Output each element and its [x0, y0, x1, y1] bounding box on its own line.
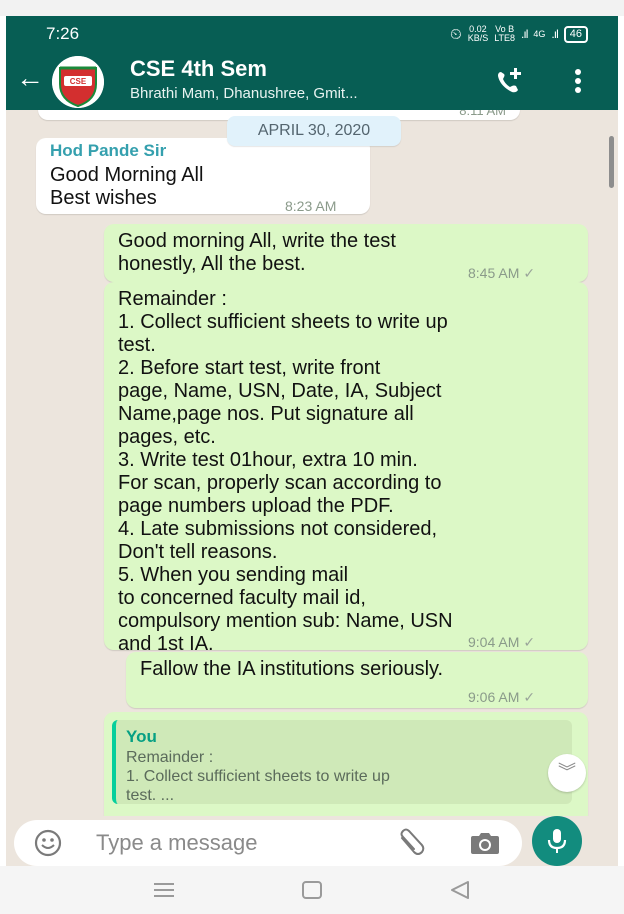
- message-line: Name,page nos. Put signature all: [118, 403, 414, 425]
- group-title[interactable]: CSE 4th Sem: [130, 56, 267, 82]
- sent-tick-icon: ✓: [523, 634, 536, 650]
- scrollbar-thumb[interactable]: [609, 136, 614, 188]
- message-status: 9:04 AM ✓: [468, 631, 535, 653]
- message-bubble-outgoing[interactable]: Good morning All, write the test honestl…: [104, 224, 588, 282]
- date-separator: APRIL 30, 2020: [227, 116, 401, 146]
- emoji-icon[interactable]: [34, 829, 62, 857]
- sent-tick-icon: ✓: [523, 265, 536, 281]
- attach-icon[interactable]: [396, 828, 426, 858]
- message-time: 9:04 AM: [468, 634, 520, 650]
- signal-icon: .ıl: [521, 27, 528, 41]
- message-time: 9:06 AM: [468, 689, 520, 705]
- system-navigation-bar: [0, 866, 624, 914]
- mic-icon: [547, 829, 567, 853]
- volte-bottom: LTE8: [494, 33, 516, 43]
- message-bubble-outgoing[interactable]: Remainder : 1. Collect sufficient sheets…: [104, 282, 588, 655]
- message-line: compulsory mention sub: Name, USN: [118, 610, 453, 632]
- chat-header: ← CSE CSE 4th Sem Bhrathi Mam, Dhanushre…: [6, 52, 618, 110]
- sent-tick-icon: ✓: [523, 689, 536, 705]
- message-line: page, Name, USN, Date, IA, Subject: [118, 380, 442, 402]
- message-bubble-outgoing[interactable]: You Remainder : 1. Collect sufficient sh…: [104, 712, 588, 816]
- message-input[interactable]: [96, 826, 386, 860]
- message-status: 9:06 AM ✓: [468, 686, 535, 708]
- status-bar: 7:26 ⏲ 0.02 KB/S Vo B LTE8 .ıl 4G .ıl 46: [6, 16, 618, 52]
- cse-logo: CSE: [52, 56, 104, 108]
- message-line: For scan, properly scan according to: [118, 472, 442, 494]
- message-line: Good Morning All: [50, 164, 204, 186]
- top-nav-remnant: [0, 0, 624, 16]
- quote-line: 1. Collect sufficient sheets to write up: [126, 768, 390, 785]
- message-line: Best wishes: [50, 187, 157, 209]
- message-line: Don't tell reasons.: [118, 541, 278, 563]
- home-icon[interactable]: [300, 880, 324, 900]
- message-composer: [6, 816, 618, 866]
- message-line: 3. Write test 01hour, extra 10 min.: [118, 449, 418, 471]
- status-icons: ⏲ 0.02 KB/S Vo B LTE8 .ıl 4G .ıl 46: [450, 25, 588, 43]
- message-line: Remainder :: [118, 288, 227, 310]
- network-speed-unit: KB/S: [467, 33, 489, 43]
- avatar-text: CSE: [70, 77, 87, 86]
- message-line: pages, etc.: [118, 426, 216, 448]
- quote-line: test. ...: [126, 787, 175, 804]
- group-avatar[interactable]: CSE: [52, 56, 104, 108]
- scroll-down-icon[interactable]: ︾: [548, 754, 586, 792]
- back-icon[interactable]: [448, 880, 472, 900]
- message-line: Good morning All, write the test: [118, 230, 396, 252]
- message-time: 8:11 AM: [459, 110, 506, 118]
- mic-button[interactable]: [532, 816, 582, 866]
- volte-indicator: Vo B LTE8: [494, 25, 515, 43]
- message-line: Fallow the IA institutions seriously.: [140, 658, 444, 680]
- message-time: 8:23 AM: [285, 198, 337, 214]
- message-status: 8:45 AM ✓: [468, 262, 535, 284]
- message-sender: Hod Pande Sir: [50, 141, 167, 160]
- message-input-pill[interactable]: [14, 820, 522, 866]
- message-line: test.: [118, 334, 156, 356]
- message-time: 8:45 AM: [468, 265, 520, 281]
- message-line: 4. Late submissions not considered,: [118, 518, 438, 540]
- quote-line: Remainder :: [126, 749, 214, 766]
- message-line: 5. When you sending mail: [118, 564, 349, 586]
- recent-apps-icon[interactable]: [152, 880, 176, 900]
- more-options-icon[interactable]: [572, 64, 584, 98]
- message-line: 2. Before start test, write front: [118, 357, 381, 379]
- camera-icon[interactable]: [470, 830, 500, 856]
- message-line: to concerned faculty mail id,: [118, 587, 366, 609]
- network-speed: 0.02 KB/S: [468, 25, 489, 43]
- alarm-icon: ⏲: [449, 25, 462, 43]
- signal-icon-2: .ıl: [551, 27, 558, 41]
- message-bubble-outgoing[interactable]: Fallow the IA institutions seriously. 9:…: [126, 652, 588, 708]
- message-line: 1. Collect sufficient sheets to write up: [118, 311, 448, 333]
- network-4g: 4G: [533, 28, 546, 39]
- message-line: honestly, All the best.: [118, 253, 306, 275]
- message-line: page numbers upload the PDF.: [118, 495, 394, 517]
- battery-icon: 46: [563, 25, 588, 43]
- chat-messages[interactable]: 8:11 AM Hod Pande Sir Good Morning All B…: [6, 110, 618, 816]
- quote-sender: You: [126, 727, 157, 746]
- group-members[interactable]: Bhrathi Mam, Dhanushree, Gmit...: [130, 85, 358, 102]
- reply-quote[interactable]: You Remainder : 1. Collect sufficient sh…: [112, 720, 572, 804]
- back-arrow-icon[interactable]: ←: [16, 64, 44, 92]
- status-time: 7:26: [46, 24, 80, 43]
- message-bubble-incoming[interactable]: Hod Pande Sir Good Morning All Best wish…: [36, 138, 370, 214]
- add-call-icon[interactable]: [492, 64, 526, 98]
